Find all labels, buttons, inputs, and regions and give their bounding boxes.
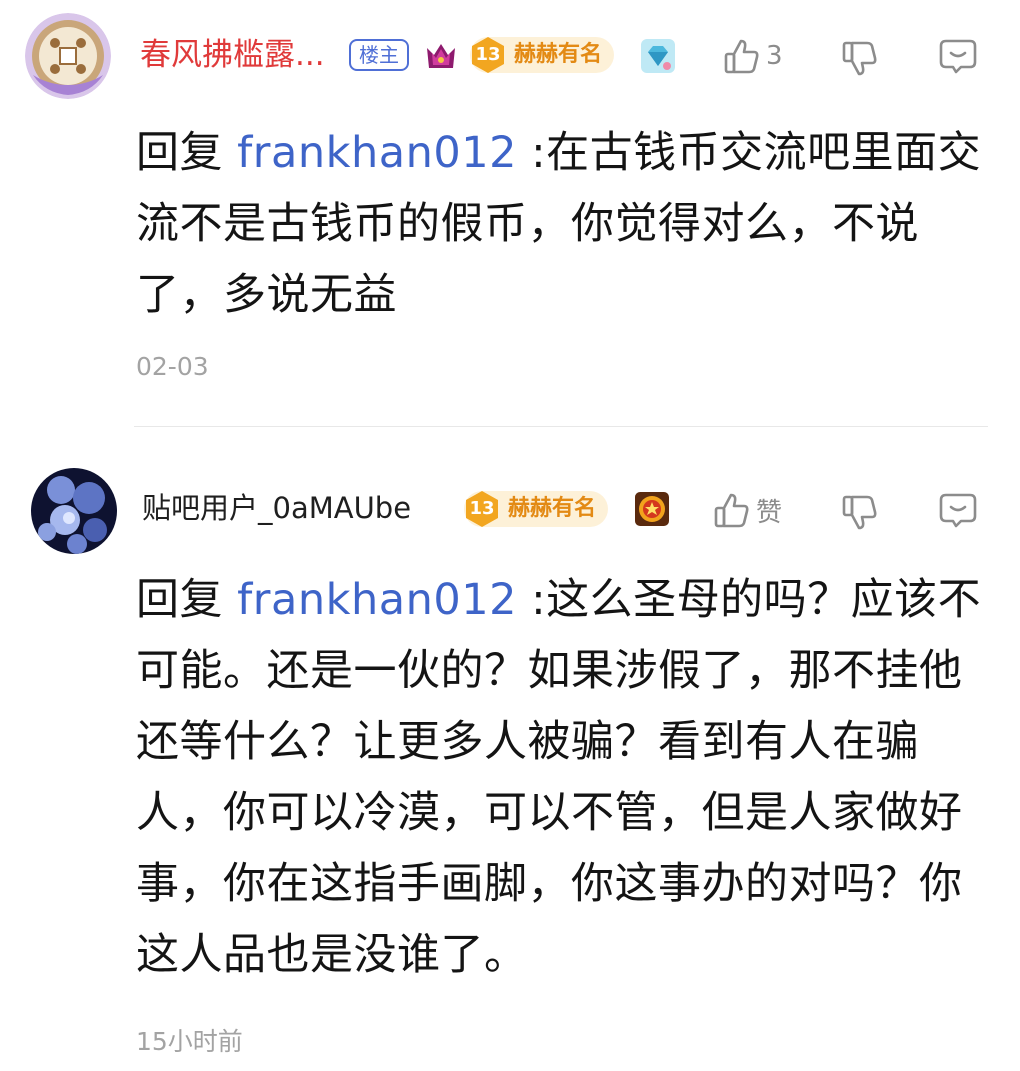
medal-badge-icon (634, 491, 670, 527)
timestamp: 02-03 (136, 352, 209, 381)
divider (134, 426, 988, 427)
level-badge-icon: 13 (468, 35, 508, 75)
thumbs-down-icon (842, 41, 877, 76)
level-badge: 13 赫赫有名 (468, 35, 615, 75)
reply-prefix: 回复 (136, 575, 223, 625)
reply-icon (939, 39, 977, 74)
level-title: 赫赫有名 (514, 42, 603, 67)
username[interactable]: 贴吧用户_0aMAUbe (142, 488, 411, 528)
level-badge: 13 赫赫有名 (462, 489, 609, 529)
diamond-badge-icon (640, 38, 676, 74)
reply-prefix: 回复 (136, 128, 223, 178)
level-badge-icon: 13 (462, 489, 502, 529)
avatar[interactable] (25, 13, 111, 99)
thumbs-up-icon (714, 493, 749, 528)
comment-body: :这么圣母的吗？应该不可能。还是一伙的？如果涉假了，那不挂他还等什么？让更多人被… (136, 575, 982, 980)
like-label: 赞 (756, 497, 783, 528)
op-badge: 楼主 (349, 39, 409, 71)
like-count: 3 (766, 41, 783, 71)
dislike-button[interactable] (840, 37, 880, 81)
comment-item: 贴吧用户_0aMAUbe 13 赫赫有名 赞 回复 frankhan012:这… (0, 428, 1020, 1071)
crown-badge-icon (423, 38, 459, 74)
comment-text: 回复 frankhan012 :这么圣母的吗？应该不可能。还是一伙的？如果涉假了… (136, 565, 986, 991)
reply-button[interactable] (937, 488, 979, 532)
timestamp: 15小时前 (136, 1027, 243, 1056)
username[interactable]: 春风拂槛露... (140, 35, 325, 75)
mention-link[interactable]: frankhan012 (237, 575, 517, 625)
comment-item: 春风拂槛露... 楼主 13 赫赫有名 3 回复 frankhan012:在古… (0, 0, 1020, 427)
dislike-button[interactable] (840, 491, 880, 535)
avatar[interactable] (31, 468, 117, 554)
level-number: 13 (469, 498, 495, 519)
comment-text: 回复 frankhan012 :在古钱币交流吧里面交流不是古钱币的假币，你觉得对… (136, 118, 986, 331)
reply-button[interactable] (937, 34, 979, 78)
reply-icon (939, 493, 977, 528)
level-title: 赫赫有名 (508, 496, 597, 521)
thumbs-down-icon (842, 495, 877, 530)
thumbs-up-icon (724, 39, 759, 74)
like-button[interactable]: 3 (722, 34, 783, 78)
mention-link[interactable]: frankhan012 (237, 128, 517, 178)
level-number: 13 (475, 44, 501, 65)
like-button[interactable]: 赞 (712, 488, 782, 532)
